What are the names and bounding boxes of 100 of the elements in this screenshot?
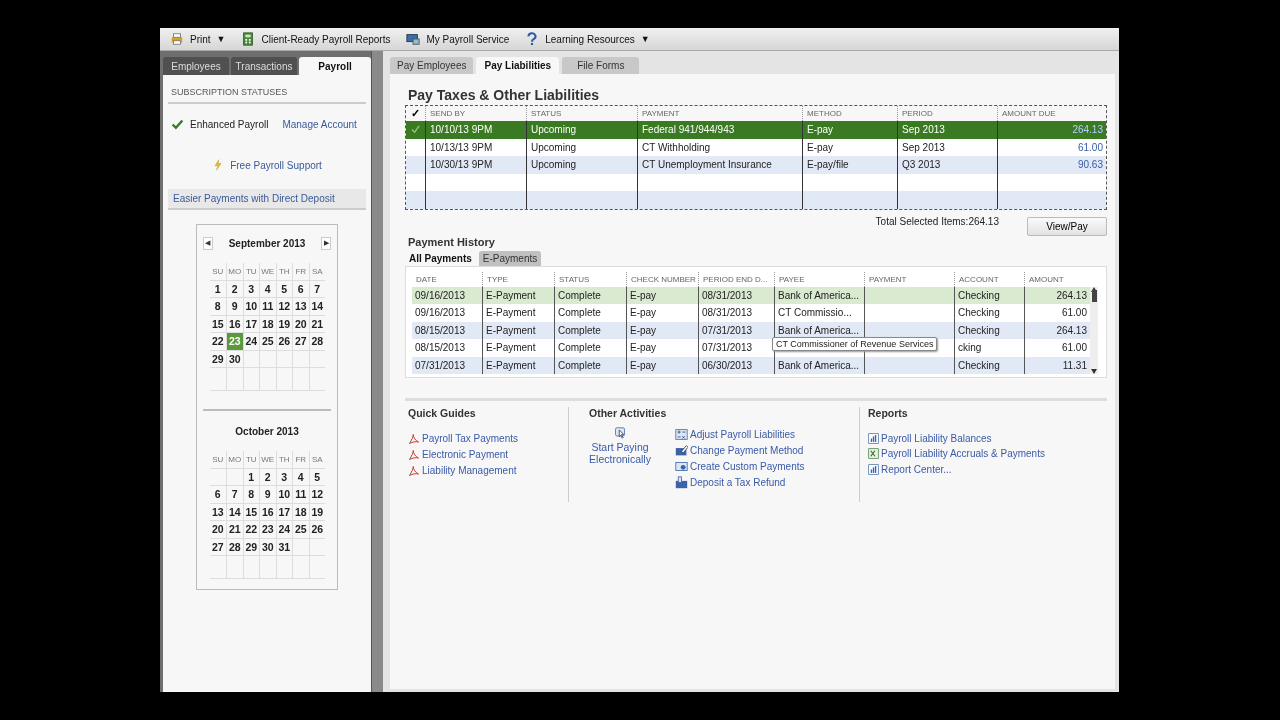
calendar-cell xyxy=(308,556,325,579)
calendar-day[interactable]: 3 xyxy=(275,468,292,486)
calendar-day[interactable]: 17 xyxy=(242,315,259,333)
guide-link[interactable]: Liability Management xyxy=(408,462,568,479)
calendar-day[interactable]: 21 xyxy=(308,315,325,333)
calendar-day[interactable]: 9 xyxy=(226,298,243,316)
tab[interactable]: File Forms xyxy=(562,57,640,74)
table-cell: 10/30/13 9PM xyxy=(425,156,526,174)
calendar-day[interactable]: 11 xyxy=(259,298,276,316)
calendar-day[interactable]: 28 xyxy=(308,333,325,351)
calendar-day[interactable]: 13 xyxy=(209,503,226,521)
calendar-day[interactable]: 31 xyxy=(275,538,292,556)
column-header: ACCOUNT xyxy=(954,271,1024,287)
calendar-day[interactable]: 4 xyxy=(259,280,276,298)
calendar-day[interactable]: 28 xyxy=(226,538,243,556)
calendar-day[interactable]: 26 xyxy=(275,333,292,351)
activity-link[interactable]: Change Payment Method xyxy=(675,442,805,459)
scrollbar-thumb[interactable] xyxy=(1091,289,1097,302)
calendar-day[interactable]: 7 xyxy=(308,280,325,298)
calendar-day[interactable]: 24 xyxy=(242,333,259,351)
calendar-day[interactable]: 25 xyxy=(292,521,309,539)
calendar-day[interactable]: 10 xyxy=(242,298,259,316)
calendar-day[interactable]: 26 xyxy=(308,521,325,539)
calendar-day[interactable]: 3 xyxy=(242,280,259,298)
calendar-day[interactable]: 25 xyxy=(259,333,276,351)
calendar-day[interactable]: 17 xyxy=(275,503,292,521)
guide-link[interactable]: Electronic Payment xyxy=(408,446,568,463)
report-link[interactable]: Payroll Liability Accruals & Payments xyxy=(868,446,1045,462)
table-cell: 61.00 xyxy=(1024,339,1090,357)
calendar-day[interactable]: 18 xyxy=(259,315,276,333)
toolbar-button[interactable]: My Payroll Service xyxy=(400,32,516,46)
calendar-day[interactable]: 20 xyxy=(292,315,309,333)
calendar-day[interactable]: 6 xyxy=(292,280,309,298)
calendar-day[interactable]: 29 xyxy=(209,350,226,368)
start-paying-button[interactable]: Start Paying Electronically xyxy=(589,426,651,491)
manage-account-link[interactable]: Manage Account xyxy=(282,119,357,130)
toolbar-button[interactable]: Print ▼ xyxy=(164,32,232,46)
calendar-day[interactable]: 18 xyxy=(292,503,309,521)
calendar-day[interactable]: 19 xyxy=(275,315,292,333)
weekday-label: SU xyxy=(209,263,226,281)
report-link[interactable]: Payroll Liability Balances xyxy=(868,430,1045,446)
calendar-day[interactable]: 16 xyxy=(259,503,276,521)
guide-link[interactable]: Payroll Tax Payments xyxy=(408,430,568,447)
panel-tab[interactable]: Transactions xyxy=(231,57,297,75)
calendar-day[interactable]: 30 xyxy=(226,350,243,368)
calendar-cell xyxy=(292,556,309,579)
calendar-day[interactable]: 30 xyxy=(259,538,276,556)
table-cell: Upcoming xyxy=(526,156,637,174)
check-cell[interactable] xyxy=(406,156,425,174)
scroll-down-icon[interactable] xyxy=(1091,369,1097,374)
calendar-day[interactable]: 13 xyxy=(292,298,309,316)
calendar-day[interactable]: 20 xyxy=(209,521,226,539)
view-pay-button[interactable]: View/Pay xyxy=(1027,216,1107,236)
calendar-day[interactable]: 8 xyxy=(242,486,259,504)
calendar-day[interactable]: 15 xyxy=(242,503,259,521)
calendar-day[interactable]: 27 xyxy=(292,333,309,351)
table-cell: Complete xyxy=(554,286,626,304)
toolbar-button[interactable]: Client-Ready Payroll Reports xyxy=(235,32,397,46)
calendar-day[interactable]: 2 xyxy=(259,468,276,486)
calendar-day[interactable]: 29 xyxy=(242,538,259,556)
scrollbar[interactable] xyxy=(1090,286,1098,374)
calendar-day[interactable]: 23 xyxy=(259,521,276,539)
report-link[interactable]: Report Center... xyxy=(868,461,1045,477)
calendar-day[interactable]: 6 xyxy=(209,486,226,504)
check-cell[interactable] xyxy=(406,121,425,139)
calendar-day[interactable]: 24 xyxy=(275,521,292,539)
calendar-day[interactable]: 12 xyxy=(308,486,325,504)
calendar-day[interactable]: 5 xyxy=(308,468,325,486)
calendar-day[interactable]: 27 xyxy=(209,538,226,556)
tab[interactable]: Pay Liabilities xyxy=(476,57,560,74)
calendar-day[interactable]: 19 xyxy=(308,503,325,521)
calendar-day[interactable]: 11 xyxy=(292,486,309,504)
toolbar-button[interactable]: Learning Resources ▼ xyxy=(519,32,656,46)
panel-tab[interactable]: Payroll xyxy=(299,57,372,75)
calendar-day[interactable]: 2 xyxy=(226,280,243,298)
calendar-day[interactable]: 9 xyxy=(259,486,276,504)
calendar-day[interactable]: 12 xyxy=(275,298,292,316)
activity-link[interactable]: Create Custom Payments xyxy=(675,458,805,475)
check-cell[interactable] xyxy=(406,191,425,209)
calendar-day[interactable]: 10 xyxy=(275,486,292,504)
tab[interactable]: Pay Employees xyxy=(390,57,474,74)
calendar-day[interactable]: 14 xyxy=(308,298,325,316)
activity-link[interactable]: Deposit a Tax Refund xyxy=(675,474,805,491)
calendar-day[interactable]: 7 xyxy=(226,486,243,504)
calendar-day[interactable]: 21 xyxy=(226,521,243,539)
panel-tab[interactable]: Employees xyxy=(163,57,229,75)
calendar-day[interactable]: 1 xyxy=(242,468,259,486)
calendar-day[interactable]: 4 xyxy=(292,468,309,486)
support-link[interactable]: Free Payroll Support xyxy=(230,159,322,171)
calendar-day[interactable]: 1 xyxy=(209,280,226,298)
calendar-day[interactable]: 15 xyxy=(209,315,226,333)
report-icon xyxy=(868,463,879,475)
tab[interactable]: E-Payments xyxy=(478,250,542,266)
calendar-day[interactable]: 5 xyxy=(275,280,292,298)
calendar-day[interactable]: 22 xyxy=(242,521,259,539)
column-header: CHECK NUMBER xyxy=(626,271,698,287)
activity-link[interactable]: Adjust Payroll Liabilities xyxy=(675,426,805,443)
calendar-day[interactable]: 8 xyxy=(209,298,226,316)
promo-banner[interactable]: Easier Payments with Direct Deposit xyxy=(168,189,367,210)
calendar-day[interactable]: 14 xyxy=(226,503,243,521)
